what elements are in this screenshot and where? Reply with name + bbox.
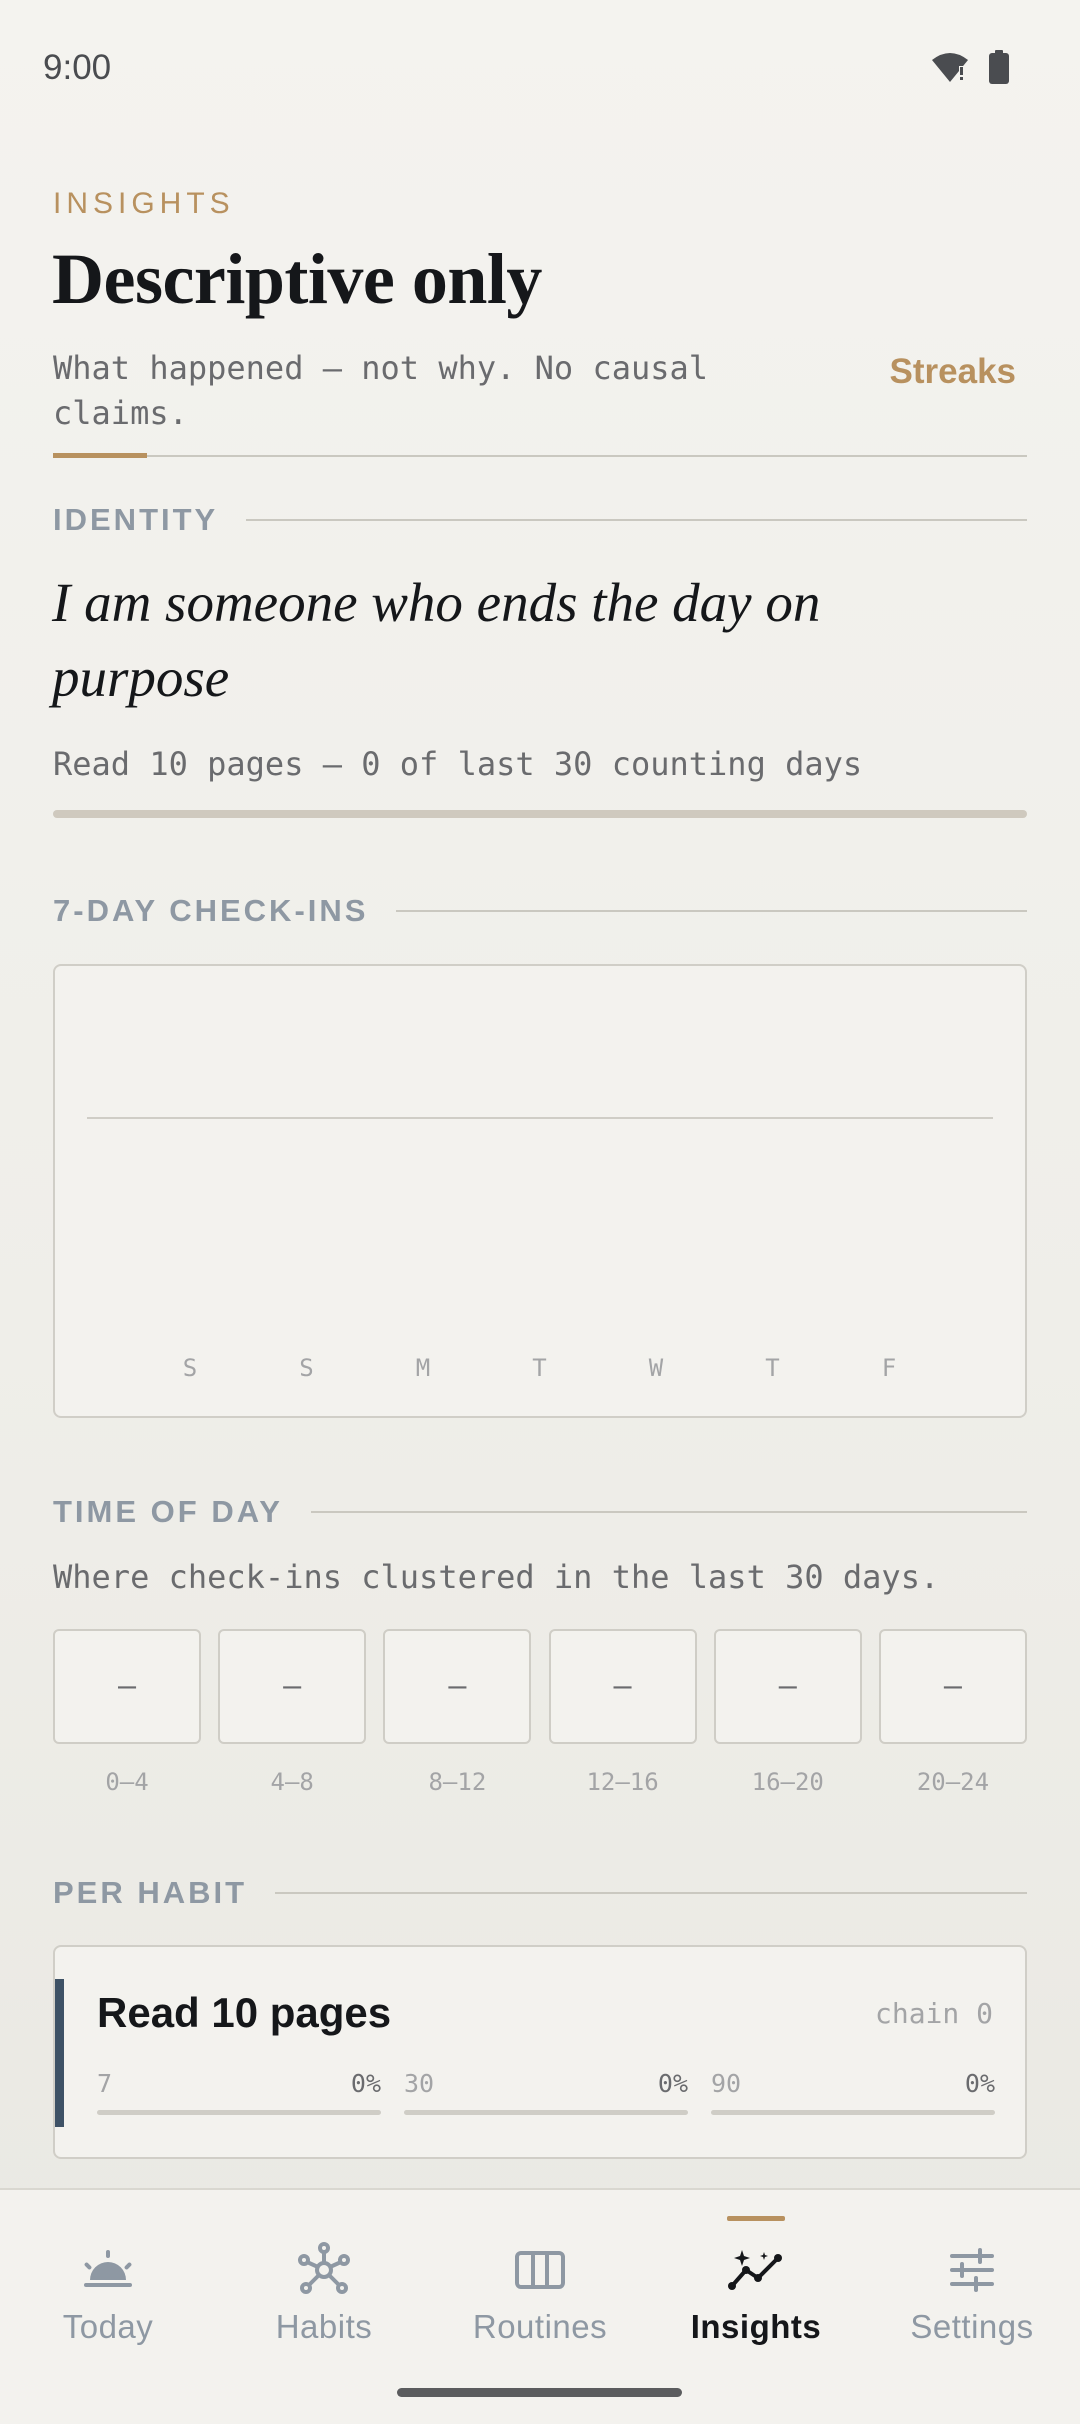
- nav-habits[interactable]: Habits: [216, 2190, 432, 2380]
- time-bucket-value: –: [548, 1629, 697, 1744]
- header-accent-bar: [53, 453, 147, 458]
- page-subtitle: What happened — not why. No causal claim…: [53, 349, 709, 432]
- window-percent: 0%: [657, 2069, 688, 2098]
- habit-card[interactable]: Read 10 pages chain 0 7 0% 30 0% 90 0%: [53, 1945, 1027, 2159]
- identity-progress-text: Read 10 pages — 0 of last 30 counting da…: [53, 745, 863, 783]
- time-bucket: – 20–24: [878, 1629, 1027, 1796]
- time-bucket: – 12–16: [548, 1629, 697, 1796]
- home-indicator[interactable]: [397, 2388, 682, 2397]
- molecule-icon: [296, 2242, 352, 2298]
- identity-statement: I am someone who ends the day on purpose: [52, 572, 821, 708]
- checkins-section-header: 7-DAY CHECK-INS: [53, 893, 1027, 929]
- sunrise-icon: [82, 2242, 134, 2298]
- habit-name: Read 10 pages: [97, 1989, 392, 2036]
- chart-day-label: T: [765, 1354, 779, 1382]
- nav-settings[interactable]: Settings: [864, 2190, 1080, 2380]
- time-bucket-label: 12–16: [586, 1768, 659, 1796]
- time-bucket-label: 4–8: [270, 1768, 314, 1796]
- chart-day-label: T: [532, 1354, 546, 1382]
- time-of-day-buckets: – 0–4 – 4–8 – 8–12 – 12–16 – 16–20 – 20–…: [53, 1629, 1027, 1796]
- time-bucket-value: –: [713, 1629, 862, 1744]
- nav-label: Routines: [472, 2308, 608, 2345]
- status-bar: 9:00: [0, 0, 1080, 140]
- sliders-icon: [948, 2242, 996, 2298]
- time-bucket: – 8–12: [383, 1629, 532, 1796]
- window-days: 90: [711, 2069, 742, 2098]
- chart-day-label: S: [299, 1354, 313, 1382]
- checkins-chart-svg: SSMTWTF: [87, 1117, 993, 1382]
- page-eyebrow: INSIGHTS: [53, 187, 235, 220]
- section-divider: [310, 1511, 1027, 1513]
- nav-routines[interactable]: Routines: [432, 2190, 648, 2380]
- habit-window: 7 0%: [97, 2069, 381, 2115]
- checkins-section-label: 7-DAY CHECK-INS: [53, 893, 369, 928]
- checkins-chart: SSMTWTF: [53, 964, 1027, 1418]
- time-of-day-section-label: TIME OF DAY: [53, 1494, 283, 1529]
- chart-day-label: S: [183, 1354, 197, 1382]
- nav-today[interactable]: Today: [0, 2190, 216, 2380]
- nav-active-indicator: [727, 2216, 785, 2221]
- time-of-day-caption: Where check-ins clustered in the last 30…: [53, 1558, 940, 1596]
- nav-insights[interactable]: Insights: [648, 2190, 864, 2380]
- habit-windows: 7 0% 30 0% 90 0%: [97, 2069, 995, 2115]
- nav-label: Today: [62, 2308, 154, 2345]
- habit-chain: chain 0: [874, 1997, 993, 2030]
- identity-progress-bar: [53, 810, 1027, 818]
- chart-day-label: F: [882, 1354, 896, 1382]
- streaks-link[interactable]: Streaks: [890, 352, 1016, 392]
- chart-day-label: M: [416, 1354, 430, 1382]
- nav-label: Settings: [910, 2308, 1034, 2345]
- columns-icon: [514, 2242, 566, 2298]
- per-habit-section-label: PER HABIT: [53, 1875, 248, 1910]
- section-divider: [246, 519, 1027, 521]
- time-bucket-value: –: [53, 1629, 201, 1744]
- page-title: Descriptive only: [52, 239, 542, 319]
- window-progress-bar: [97, 2110, 381, 2115]
- section-divider: [396, 910, 1027, 912]
- window-percent: 0%: [350, 2069, 381, 2098]
- battery-icon: [988, 50, 1010, 88]
- time-of-day-section-header: TIME OF DAY: [53, 1494, 1027, 1530]
- header-divider: [53, 455, 1027, 457]
- time-bucket-value: –: [878, 1629, 1027, 1744]
- status-time: 9:00: [43, 48, 112, 87]
- window-days: 7: [97, 2069, 113, 2098]
- time-bucket-value: –: [218, 1629, 367, 1744]
- window-progress-bar: [404, 2110, 688, 2115]
- time-bucket-label: 20–24: [916, 1768, 990, 1796]
- habit-window: 90 0%: [711, 2069, 995, 2115]
- habit-window: 30 0%: [404, 2069, 688, 2115]
- insights-chart-icon: [728, 2242, 784, 2298]
- status-icons: [930, 50, 1010, 88]
- habit-color-stripe: [55, 1979, 64, 2127]
- time-bucket: – 0–4: [53, 1629, 201, 1796]
- window-percent: 0%: [964, 2069, 995, 2098]
- time-bucket-label: 0–4: [105, 1768, 149, 1796]
- nav-label: Habits: [275, 2308, 373, 2345]
- time-bucket-label: 16–20: [751, 1768, 824, 1796]
- window-days: 30: [404, 2069, 435, 2098]
- time-bucket: – 4–8: [218, 1629, 367, 1796]
- window-progress-bar: [711, 2110, 995, 2115]
- time-bucket: – 16–20: [713, 1629, 862, 1796]
- chart-day-label: W: [649, 1354, 664, 1382]
- time-bucket-value: –: [383, 1629, 532, 1744]
- nav-label: Insights: [690, 2308, 822, 2345]
- section-divider: [275, 1892, 1027, 1894]
- identity-section-header: IDENTITY: [53, 502, 1027, 538]
- identity-section-label: IDENTITY: [53, 502, 219, 537]
- time-bucket-label: 8–12: [428, 1768, 487, 1796]
- per-habit-section-header: PER HABIT: [53, 1875, 1027, 1911]
- wifi-alert-icon: [930, 50, 970, 88]
